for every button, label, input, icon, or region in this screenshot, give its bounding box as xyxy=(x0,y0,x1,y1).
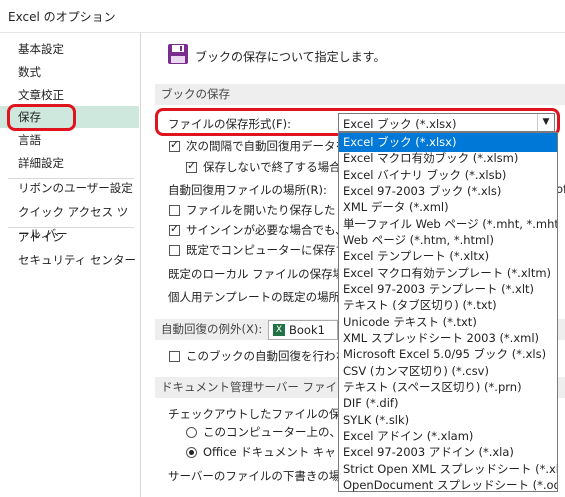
autorecover-interval-checkbox[interactable] xyxy=(169,138,180,152)
dropdown-option[interactable]: OpenDocument スプレッドシート (*.ods) xyxy=(339,476,557,495)
sidebar-item-addins[interactable]: アドイン xyxy=(0,226,139,248)
workbook-select[interactable]: X Book1 xyxy=(268,320,338,340)
save-icon xyxy=(167,43,189,65)
workbook-name: Book1 xyxy=(289,323,325,337)
page-heading: ブックの保存について指定します。 xyxy=(195,50,386,64)
save-format-select[interactable]: Excel ブック (*.xlsx) ▼ xyxy=(338,113,555,132)
radio-office-cache[interactable] xyxy=(186,447,197,458)
save-to-computer-checkbox[interactable] xyxy=(169,245,180,256)
sidebar-item-customize-ribbon[interactable]: リボンのユーザー設定 xyxy=(0,177,139,199)
sidebar-item-language[interactable]: 言語 xyxy=(0,129,139,151)
save-format-label: ファイルの保存形式(F): xyxy=(168,117,291,131)
radio-this-computer[interactable] xyxy=(186,427,197,438)
sidebar-item-proofing[interactable]: 文章校正 xyxy=(0,84,139,106)
autorecover-exceptions-label: 自動回復の例外(X): xyxy=(161,322,263,336)
sidebar-item-quick-access-toolbar[interactable]: クイック アクセス ツール バー xyxy=(0,201,139,241)
section-header-save: ブックの保存 xyxy=(155,84,565,105)
disable-autorecover-checkbox[interactable] xyxy=(169,351,180,362)
window-title: Excel のオプション xyxy=(8,10,116,24)
show-backstage-checkbox[interactable] xyxy=(169,205,180,216)
keep-last-checkbox[interactable] xyxy=(186,159,197,173)
save-format-value: Excel ブック (*.xlsx) xyxy=(343,117,457,131)
show-additional-checkbox[interactable] xyxy=(169,222,180,236)
title-bar: Excel のオプション xyxy=(0,0,565,33)
save-format-dropdown[interactable]: Excel ブック (*.xlsx) Excel マクロ有効ブック (*.xls… xyxy=(338,132,558,492)
sidebar: 基本設定 数式 文章校正 保存 言語 詳細設定 リボンのユーザー設定 クイック … xyxy=(0,33,141,497)
excel-icon: X xyxy=(273,324,285,336)
sidebar-item-advanced[interactable]: 詳細設定 xyxy=(0,152,139,174)
sidebar-item-save[interactable]: 保存 xyxy=(0,106,139,128)
sidebar-item-general[interactable]: 基本設定 xyxy=(0,38,139,60)
chevron-down-icon[interactable]: ▼ xyxy=(537,114,554,131)
sidebar-item-trust-center[interactable]: セキュリティ センター xyxy=(0,249,139,271)
autorecover-location-label: 自動回復用ファイルの場所(R): xyxy=(168,183,327,197)
sidebar-item-formulas[interactable]: 数式 xyxy=(0,61,139,83)
personal-templates-label: 個人用テンプレートの既定の場所(T): xyxy=(168,290,361,304)
